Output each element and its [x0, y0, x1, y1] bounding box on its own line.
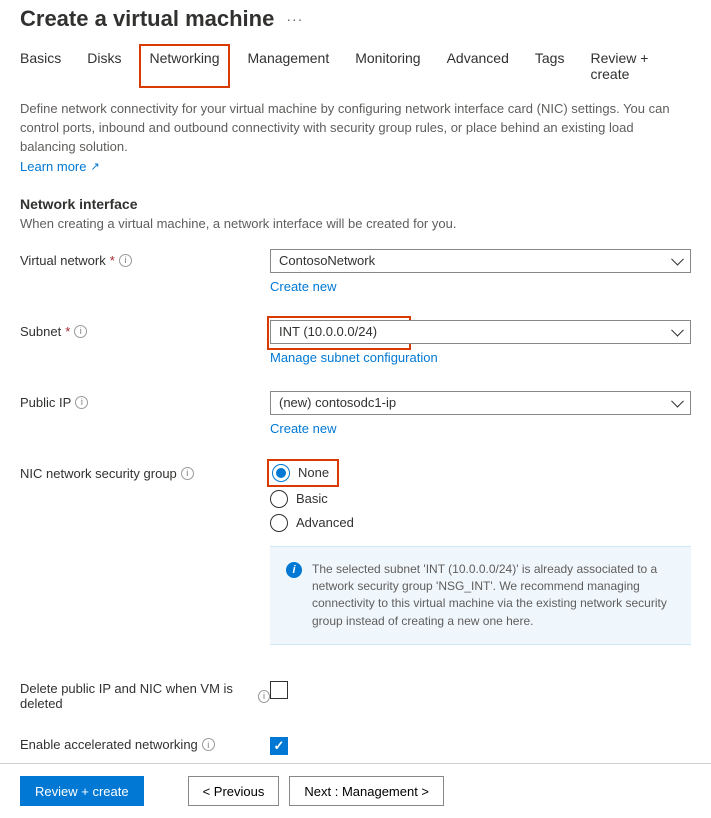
subnet-manage-link[interactable]: Manage subnet configuration: [270, 350, 691, 365]
publicip-value: (new) contosodc1-ip: [279, 395, 396, 410]
subnet-dropdown[interactable]: INT (10.0.0.0/24): [270, 320, 691, 344]
info-icon[interactable]: i: [119, 254, 132, 267]
wizard-footer: Review + create < Previous Next : Manage…: [0, 763, 711, 818]
tab-networking[interactable]: Networking: [139, 44, 229, 88]
page-title: Create a virtual machine: [20, 6, 274, 32]
info-icon[interactable]: i: [202, 738, 215, 751]
intro-text: Define network connectivity for your vir…: [20, 100, 691, 157]
required-asterisk: *: [65, 324, 70, 339]
nsg-radio-advanced[interactable]: Advanced: [270, 514, 691, 532]
subnet-label: Subnet: [20, 324, 61, 339]
nsg-radio-basic[interactable]: Basic: [270, 490, 691, 508]
delete-nic-checkbox[interactable]: [270, 681, 288, 699]
section-title: Network interface: [20, 196, 691, 212]
info-icon[interactable]: i: [75, 396, 88, 409]
radio-icon: [270, 514, 288, 532]
section-desc: When creating a virtual machine, a netwo…: [20, 216, 691, 231]
tab-basics[interactable]: Basics: [20, 46, 61, 86]
tab-management[interactable]: Management: [248, 46, 330, 86]
vnet-label: Virtual network: [20, 253, 106, 268]
radio-icon: [272, 464, 290, 482]
info-circle-icon: i: [286, 562, 302, 578]
nsg-option-none: None: [298, 465, 329, 480]
delete-nic-label: Delete public IP and NIC when VM is dele…: [20, 681, 254, 711]
info-icon[interactable]: i: [181, 467, 194, 480]
review-create-button[interactable]: Review + create: [20, 776, 144, 806]
tab-tags[interactable]: Tags: [535, 46, 565, 86]
tab-monitoring[interactable]: Monitoring: [355, 46, 420, 86]
previous-button[interactable]: < Previous: [188, 776, 280, 806]
info-icon[interactable]: i: [74, 325, 87, 338]
wizard-tabs: Basics Disks Networking Management Monit…: [20, 46, 691, 86]
nsg-option-advanced: Advanced: [296, 515, 354, 530]
info-icon[interactable]: i: [258, 690, 270, 703]
required-asterisk: *: [110, 253, 115, 268]
publicip-label: Public IP: [20, 395, 71, 410]
info-box-text: The selected subnet 'INT (10.0.0.0/24)' …: [312, 561, 675, 631]
tab-disks[interactable]: Disks: [87, 46, 121, 86]
publicip-dropdown[interactable]: (new) contosodc1-ip: [270, 391, 691, 415]
nsg-info-box: i The selected subnet 'INT (10.0.0.0/24)…: [270, 546, 691, 646]
learn-more-label: Learn more: [20, 159, 86, 174]
vnet-dropdown[interactable]: ContosoNetwork: [270, 249, 691, 273]
subnet-value: INT (10.0.0.0/24): [279, 324, 377, 339]
next-button[interactable]: Next : Management >: [289, 776, 444, 806]
learn-more-link[interactable]: Learn more: [20, 159, 100, 174]
radio-icon: [270, 490, 288, 508]
more-actions-icon[interactable]: ···: [286, 11, 303, 27]
nsg-option-basic: Basic: [296, 491, 328, 506]
accel-net-checkbox[interactable]: [270, 737, 288, 755]
vnet-create-new-link[interactable]: Create new: [270, 279, 691, 294]
publicip-create-new-link[interactable]: Create new: [270, 421, 691, 436]
nsg-label: NIC network security group: [20, 466, 177, 481]
vnet-value: ContosoNetwork: [279, 253, 375, 268]
accel-net-label: Enable accelerated networking: [20, 737, 198, 752]
nsg-radio-none[interactable]: None: [272, 464, 329, 482]
tab-review[interactable]: Review + create: [590, 46, 691, 86]
tab-advanced[interactable]: Advanced: [447, 46, 509, 86]
